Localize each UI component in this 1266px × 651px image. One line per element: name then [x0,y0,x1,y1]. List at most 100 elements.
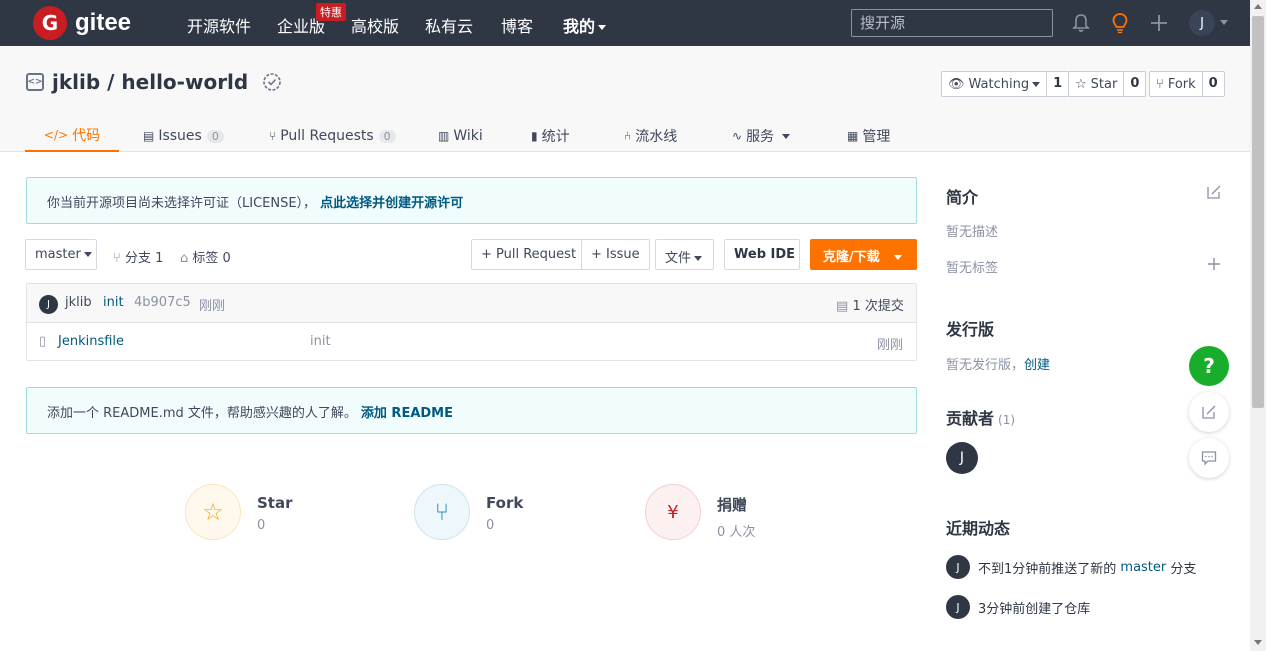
commit-message[interactable]: init [103,295,124,310]
fork-stat[interactable]: ⑂ Fork 0 [414,484,523,540]
commit-count-link[interactable]: ▤ 1 次提交 [836,295,904,314]
scroll-up-arrow-icon[interactable] [1254,4,1262,9]
nav-open-source[interactable]: 开源软件 [187,13,251,37]
tag-icon: ⌂ [180,251,189,266]
chevron-down-icon [894,255,903,260]
tab-services-label: 服务 [746,129,775,145]
gitee-logo[interactable]: G gitee [33,6,131,40]
file-menu-button[interactable]: 文件 [655,239,714,270]
tab-wiki-label: Wiki [453,128,483,144]
gitee-logo-text: gitee [75,9,132,36]
tab-pipeline-label: 流水线 [635,129,678,145]
activity-branch-link[interactable]: master [1120,560,1166,575]
nav-mine[interactable]: 我的 [563,13,607,37]
pull-requests-count-badge: 0 [378,129,396,143]
tab-code-label: 代码 [72,128,101,144]
releases-heading: 发行版 [946,320,995,339]
no-tags-text: 暂无标签 [946,261,999,276]
clone-download-label: 克隆/下载 [823,250,880,265]
tags-link[interactable]: ⌂ 标签 0 [180,247,231,266]
fork-label: Fork [1167,76,1196,92]
tab-pull-requests[interactable]: ⑂ Pull Requests 0 [269,120,396,152]
code-icon: </> [43,128,69,142]
nav-education[interactable]: 高校版 [351,13,399,37]
file-row[interactable]: ▯ Jenkinsfile init 刚刚 [27,323,916,361]
tab-pull-requests-label: Pull Requests [280,128,374,144]
search-input[interactable] [851,9,1053,37]
activity-heading: 近期动态 [946,519,1011,538]
latest-commit-row: J jklib init 4b907c5 刚刚 ▤ 1 次提交 [27,284,916,323]
star-count[interactable]: 0 [1123,72,1145,96]
new-issue-button[interactable]: + Issue [581,239,650,270]
bell-icon[interactable] [1070,12,1092,34]
tab-wiki[interactable]: ▥ Wiki [438,120,483,152]
fork-button[interactable]: ⑂ Fork [1150,72,1202,96]
chat-bubble-icon [1201,451,1217,466]
tab-manage[interactable]: ▦ 管理 [847,120,890,152]
edit-icon [1202,405,1216,419]
chat-button[interactable] [1189,438,1229,478]
activity-avatar[interactable]: J [946,555,970,579]
tab-services[interactable]: ∿ 服务 [732,120,791,152]
activity-text: 不到1分钟前推送了新的 [978,561,1121,577]
watch-count[interactable]: 1 [1046,72,1068,96]
page-scrollbar[interactable] [1250,0,1266,651]
tab-stats[interactable]: ▮ 统计 [531,120,570,152]
donate-stat[interactable]: ¥ 捐赠 0 人次 [645,484,755,540]
commit-author[interactable]: jklib [65,295,92,310]
star-button-group: ☆ Star 0 [1068,71,1147,97]
repo-title: <> jklib / hello-world [26,70,282,94]
tab-issues-label: Issues [158,128,202,144]
help-button[interactable]: ? [1189,346,1229,386]
chevron-down-icon [1032,81,1041,87]
file-name[interactable]: Jenkinsfile [58,334,124,349]
scrollbar-thumb[interactable] [1252,16,1264,408]
commit-author-avatar[interactable]: J [39,295,58,314]
feedback-edit-button[interactable] [1189,392,1229,432]
clone-download-button[interactable]: 克隆/下载 [810,239,917,270]
fork-count[interactable]: 0 [1201,72,1224,96]
user-avatar[interactable]: J [1189,10,1215,36]
plus-icon[interactable] [1148,12,1170,34]
commit-hash[interactable]: 4b907c5 [134,295,191,310]
star-stat[interactable]: ☆ Star 0 [185,484,293,540]
star-outline-icon: ☆ [1075,76,1087,92]
star-button[interactable]: ☆ Star [1069,72,1123,96]
scroll-down-arrow-icon[interactable] [1254,640,1262,645]
create-release-link[interactable]: 创建 [1024,358,1050,373]
edit-icon[interactable] [1206,184,1222,200]
fork-button-group: ⑂ Fork 0 [1149,71,1225,97]
tab-issues[interactable]: ▤ Issues 0 [143,120,224,152]
lightbulb-icon[interactable] [1109,12,1131,34]
activity-item: J 不到1分钟前推送了新的 master 分支 [946,555,1196,579]
pulse-icon: ∿ [732,129,743,143]
branch-select[interactable]: master [25,239,97,270]
add-readme-link[interactable]: 添加 README [361,406,453,421]
activity-item: J 3分钟前创建了仓库 [946,595,1090,619]
contributor-avatar[interactable]: J [946,442,978,474]
donate-icon: ¥ [645,484,701,540]
tags-count: 标签 0 [192,251,231,266]
file-commit-time: 刚刚 [877,338,904,353]
add-tag-plus-icon[interactable] [1207,257,1221,271]
tab-pipeline[interactable]: ⑃ 流水线 [624,120,677,152]
repo-name-link[interactable]: hello-world [121,70,248,94]
web-ide-button[interactable]: Web IDE [724,239,800,270]
gvp-badge-icon[interactable] [262,72,282,92]
avatar-chevron-down-icon[interactable] [1220,20,1228,25]
chevron-down-icon [598,25,607,30]
watch-button[interactable]: 👁 Watching [942,72,1046,96]
wiki-book-icon: ▥ [438,129,450,143]
activity-avatar[interactable]: J [946,595,970,619]
chevron-down-icon [83,252,92,257]
file-commit-message[interactable]: init [310,334,331,349]
nav-private-cloud[interactable]: 私有云 [425,13,473,37]
repo-owner-link[interactable]: jklib [52,70,100,94]
nav-blog[interactable]: 博客 [501,13,533,37]
branches-link[interactable]: ⑂ 分支 1 [113,247,163,266]
create-license-link[interactable]: 点此选择并创建开源许可 [320,196,463,211]
new-pull-request-button[interactable]: + Pull Request [471,239,587,270]
readme-notice-text: 添加一个 README.md 文件，帮助感兴趣的人了解。 [47,406,357,421]
no-release-text: 暂无发行版， [946,358,1025,373]
tab-code[interactable]: </> 代码 [25,120,119,152]
